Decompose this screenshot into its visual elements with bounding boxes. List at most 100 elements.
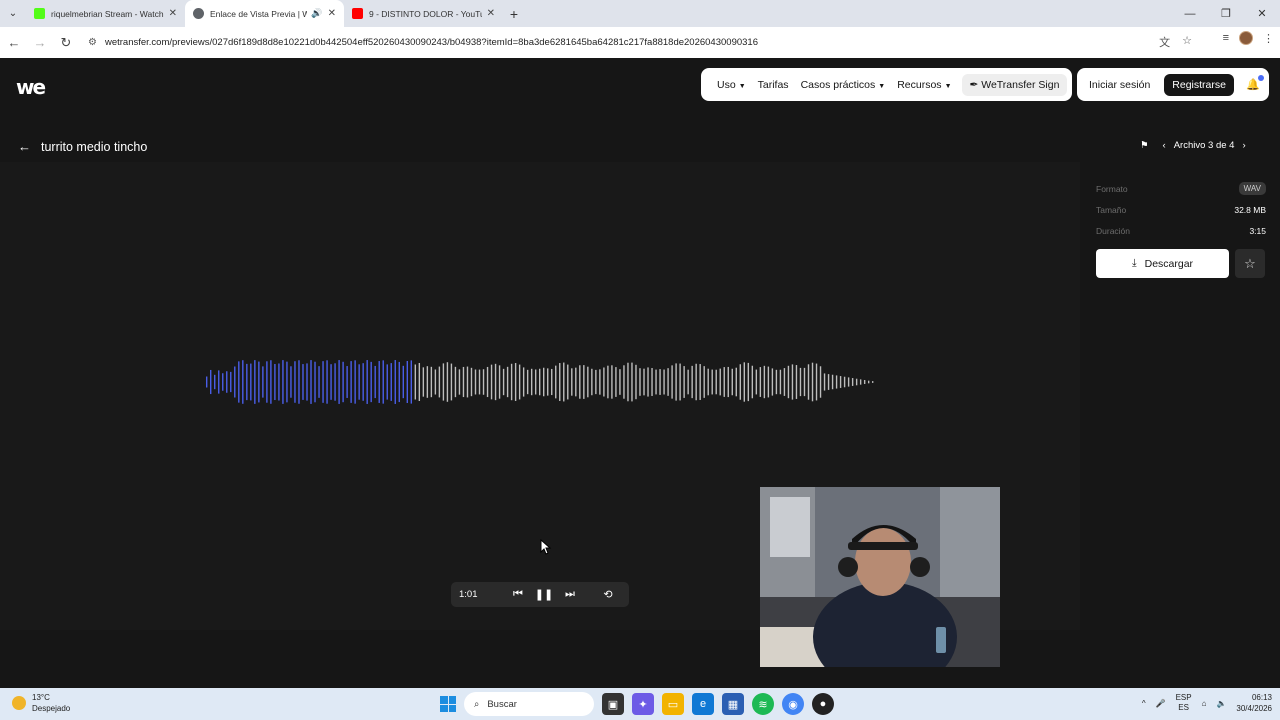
waveform-bar[interactable] bbox=[286, 361, 288, 403]
waveform-bar[interactable] bbox=[382, 360, 384, 404]
waveform-bar[interactable] bbox=[322, 361, 324, 403]
waveform-bar[interactable] bbox=[294, 361, 296, 403]
tab-youtube[interactable]: 9 - DISTINTO DOLOR - YouTube ✕ bbox=[344, 0, 503, 27]
waveform-bar[interactable] bbox=[575, 367, 577, 397]
spotify-icon[interactable]: ≋ bbox=[752, 693, 774, 715]
waveform-bar[interactable] bbox=[799, 367, 802, 397]
copilot-icon[interactable]: ✦ bbox=[632, 693, 654, 715]
waveform-bar[interactable] bbox=[310, 360, 312, 404]
flag-icon[interactable]: ⚑ bbox=[1140, 140, 1149, 151]
waveform-bar[interactable] bbox=[306, 363, 308, 401]
nav-wetransfer-sign[interactable]: ✒ WeTransfer Sign bbox=[961, 73, 1068, 96]
language-indicator[interactable]: ESP ES bbox=[1176, 693, 1192, 713]
waveform-bar[interactable] bbox=[647, 367, 649, 397]
waveform-bar[interactable] bbox=[270, 360, 272, 404]
tab-wetransfer[interactable]: Enlace de Vista Previa | WeTransfer 🔊 ✕ bbox=[185, 0, 344, 27]
waveform-bar[interactable] bbox=[518, 364, 521, 400]
waveform-bar[interactable] bbox=[679, 363, 681, 401]
waveform-bar[interactable] bbox=[226, 371, 228, 393]
waveform-bar[interactable] bbox=[703, 366, 705, 398]
waveform-bar[interactable] bbox=[707, 368, 709, 396]
waveform-bar[interactable] bbox=[543, 367, 545, 397]
waveform-bar[interactable] bbox=[510, 363, 513, 401]
login-link[interactable]: Iniciar sesión bbox=[1089, 79, 1150, 91]
waveform-bar[interactable] bbox=[230, 371, 232, 393]
waveform-bar[interactable] bbox=[619, 369, 621, 395]
waveform-bar[interactable] bbox=[482, 369, 485, 395]
speaker-icon[interactable]: 🔊 bbox=[311, 8, 322, 19]
waveform-bar[interactable] bbox=[506, 366, 509, 398]
waveform-bar[interactable] bbox=[871, 381, 874, 383]
waveform-bar[interactable] bbox=[627, 362, 629, 402]
close-icon[interactable]: ✕ bbox=[169, 8, 177, 19]
chevron-right-icon[interactable]: › bbox=[1242, 140, 1245, 151]
waveform-bar[interactable] bbox=[374, 365, 376, 399]
waveform-bar[interactable] bbox=[743, 362, 745, 402]
edge-icon[interactable]: e bbox=[692, 693, 714, 715]
store-icon[interactable]: ▦ bbox=[722, 693, 744, 715]
obs-icon[interactable]: ● bbox=[812, 693, 834, 715]
waveform-bar[interactable] bbox=[599, 369, 601, 395]
windows-start-icon[interactable] bbox=[440, 696, 456, 712]
waveform-bar[interactable] bbox=[326, 360, 328, 404]
waveform-bar[interactable] bbox=[711, 369, 713, 395]
network-icon[interactable]: ⌂ bbox=[1202, 699, 1207, 708]
waveform-bar[interactable] bbox=[603, 367, 605, 397]
waveform-bar[interactable] bbox=[330, 364, 332, 400]
notification-bell-icon[interactable]: 🔔 bbox=[1246, 75, 1264, 91]
waveform-bar[interactable] bbox=[210, 369, 212, 395]
waveform-bar[interactable] bbox=[691, 365, 693, 399]
waveform-bar[interactable] bbox=[342, 361, 344, 403]
register-button[interactable]: Registrarse bbox=[1164, 73, 1234, 96]
waveform-bar[interactable] bbox=[607, 365, 609, 399]
waveform-bar[interactable] bbox=[643, 368, 645, 396]
waveform-bar[interactable] bbox=[206, 376, 208, 388]
reload-icon[interactable]: ↻ bbox=[54, 31, 78, 55]
waveform-bar[interactable] bbox=[450, 363, 453, 401]
waveform-bar[interactable] bbox=[514, 363, 517, 401]
waveform-bar[interactable] bbox=[759, 367, 762, 397]
waveform-bar[interactable] bbox=[655, 369, 657, 395]
waveform-bar[interactable] bbox=[478, 369, 481, 395]
skip-back-icon[interactable]: ⏮ bbox=[505, 588, 531, 601]
close-icon[interactable]: ✕ bbox=[328, 8, 336, 19]
waveform-bar[interactable] bbox=[442, 363, 445, 401]
waveform-bar[interactable] bbox=[530, 368, 533, 396]
waveform-bar[interactable] bbox=[214, 374, 216, 390]
waveform-bar[interactable] bbox=[438, 366, 441, 398]
waveform-bar[interactable] bbox=[675, 363, 677, 401]
waveform-bar[interactable] bbox=[378, 361, 380, 403]
waveform-bar[interactable] bbox=[254, 360, 256, 404]
waveform-bar[interactable] bbox=[250, 363, 252, 401]
waveform-bar[interactable] bbox=[659, 369, 661, 395]
waveform-bar[interactable] bbox=[847, 377, 850, 387]
waveform-bar[interactable] bbox=[334, 363, 336, 401]
waveform-bar[interactable] bbox=[591, 368, 593, 396]
translate-icon[interactable]: 文 bbox=[1159, 34, 1170, 50]
tab-kick[interactable]: riquelmebrian Stream - Watch Live ✕ bbox=[26, 0, 185, 27]
weather-widget[interactable]: 13°C Despejado bbox=[12, 692, 70, 714]
nav-tarifas[interactable]: Tarifas bbox=[758, 79, 789, 91]
forward-arrow-icon[interactable]: → bbox=[28, 31, 52, 55]
waveform-bar[interactable] bbox=[274, 363, 276, 401]
pause-icon[interactable]: ❚❚ bbox=[531, 588, 557, 601]
waveform-bar[interactable] bbox=[843, 376, 846, 388]
waveform-bar[interactable] bbox=[498, 365, 501, 399]
site-info-icon[interactable]: ⚙ bbox=[88, 37, 97, 48]
waveform-bar[interactable] bbox=[426, 366, 429, 398]
waveform-bar[interactable] bbox=[534, 369, 537, 395]
waveform-bar[interactable] bbox=[386, 364, 388, 400]
waveform-bar[interactable] bbox=[430, 366, 433, 398]
waveform-bar[interactable] bbox=[474, 369, 477, 395]
microphone-icon[interactable]: 🎤 bbox=[1156, 699, 1166, 708]
waveform-bar[interactable] bbox=[787, 365, 790, 399]
nav-uso[interactable]: Uso ▼ bbox=[717, 79, 746, 91]
waveform-bar[interactable] bbox=[687, 369, 689, 395]
waveform-bar[interactable] bbox=[410, 360, 413, 404]
waveform-bar[interactable] bbox=[671, 365, 673, 399]
waveform-bar[interactable] bbox=[555, 365, 557, 399]
waveform-bar[interactable] bbox=[683, 366, 685, 398]
waveform-bar[interactable] bbox=[538, 368, 541, 396]
waveform-bar[interactable] bbox=[835, 375, 838, 389]
chrome-icon[interactable]: ◉ bbox=[782, 693, 804, 715]
